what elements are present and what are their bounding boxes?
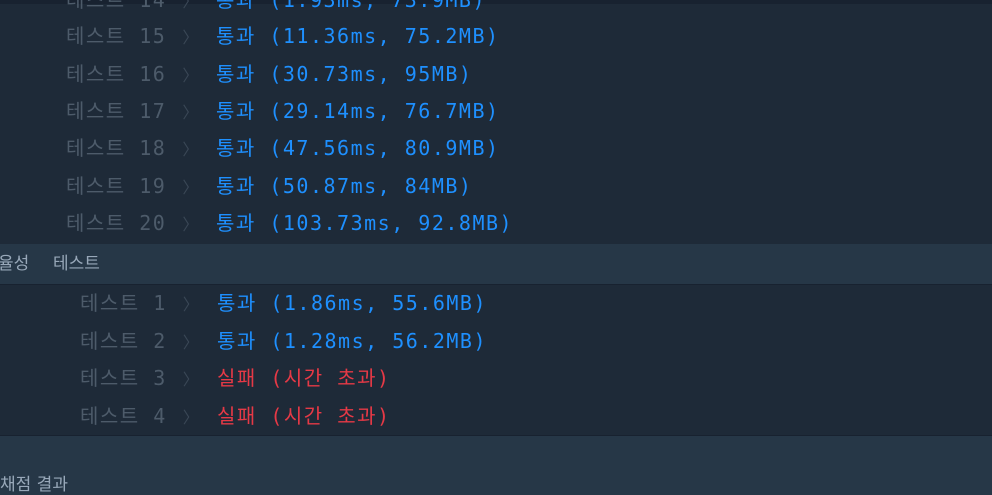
test-result: 통과 (1.86ms, 55.6MB) [217,291,487,315]
performance-test-panel: 테스트 1 〉 통과 (1.86ms, 55.6MB) 테스트 2 〉 통과 (1.… [0,284,992,436]
test-row: 테스트 16 〉 통과 (30.73ms, 95MB) [66,56,471,93]
test-row: 테스트 15 〉 통과 (11.36ms, 75.2MB) [66,18,498,55]
test-result: 통과 (47.56ms, 80.9MB) [216,136,500,160]
chevron-right-icon: 〉 [182,333,201,352]
test-label: 테스트 16 [66,62,167,86]
chevron-right-icon: 〉 [182,408,201,427]
test-label: 테스트 1 [80,291,167,315]
test-row: 테스트 4 〉 실패 (시간 초과) [80,398,389,435]
test-row: 테스트 14 〉 통과 (1.93ms, 73.9MB) [66,0,485,19]
chevron-right-icon: 〉 [182,140,200,159]
test-result: 통과 (1.28ms, 56.2MB) [217,329,487,353]
test-row: 테스트 19 〉 통과 (50.87ms, 84MB) [66,168,471,205]
test-label: 테스트 19 [66,174,167,198]
chevron-right-icon: 〉 [182,103,200,122]
test-label: 테스트 15 [66,24,167,48]
test-row: 테스트 3 〉 실패 (시간 초과) [80,360,389,397]
test-label: 테스트 18 [66,136,167,160]
test-label: 테스트 4 [80,404,167,428]
test-result: 통과 (50.87ms, 84MB) [216,174,473,198]
chevron-right-icon: 〉 [182,178,200,197]
chevron-right-icon: 〉 [182,215,200,234]
test-label: 테스트 17 [66,99,167,123]
test-result: 통과 (103.73ms, 92.8MB) [216,211,514,235]
chevron-right-icon: 〉 [182,370,201,389]
test-row: 테스트 20 〉 통과 (103.73ms, 92.8MB) [66,205,512,242]
test-result: 통과 (29.14ms, 76.7MB) [216,99,500,123]
test-result: 실패 (시간 초과) [217,404,391,428]
test-row: 테스트 2 〉 통과 (1.28ms, 56.2MB) [80,323,486,360]
test-row: 테스트 17 〉 통과 (29.14ms, 76.7MB) [66,93,498,130]
test-label: 테스트 20 [66,211,167,235]
test-label: 테스트 2 [80,329,167,353]
section-title-suffix: 테스트 [53,254,100,274]
test-result: 실패 (시간 초과) [217,366,391,390]
test-label: 테스트 3 [80,366,167,390]
test-result: 통과 (1.93ms, 73.9MB) [216,0,486,12]
test-row: 테스트 18 〉 통과 (47.56ms, 80.9MB) [66,130,498,167]
chevron-right-icon: 〉 [182,66,200,85]
test-row: 테스트 1 〉 통과 (1.86ms, 55.6MB) [80,285,486,322]
chevron-right-icon: 〉 [182,295,201,314]
section-title: 율성 [0,254,30,274]
test-result: 통과 (11.36ms, 75.2MB) [216,24,500,48]
test-result: 통과 (30.73ms, 95MB) [216,62,473,86]
grading-result-heading: 채점 결과 [0,475,68,495]
efficiency-test-panel: 테스트 14 〉 통과 (1.93ms, 73.9MB) 테스트 15 〉 통과 (… [0,0,992,244]
chevron-right-icon: 〉 [182,28,200,47]
chevron-right-icon: 〉 [182,0,200,11]
section-header: 율성 테스트 [0,244,992,284]
test-label: 테스트 14 [66,0,167,12]
